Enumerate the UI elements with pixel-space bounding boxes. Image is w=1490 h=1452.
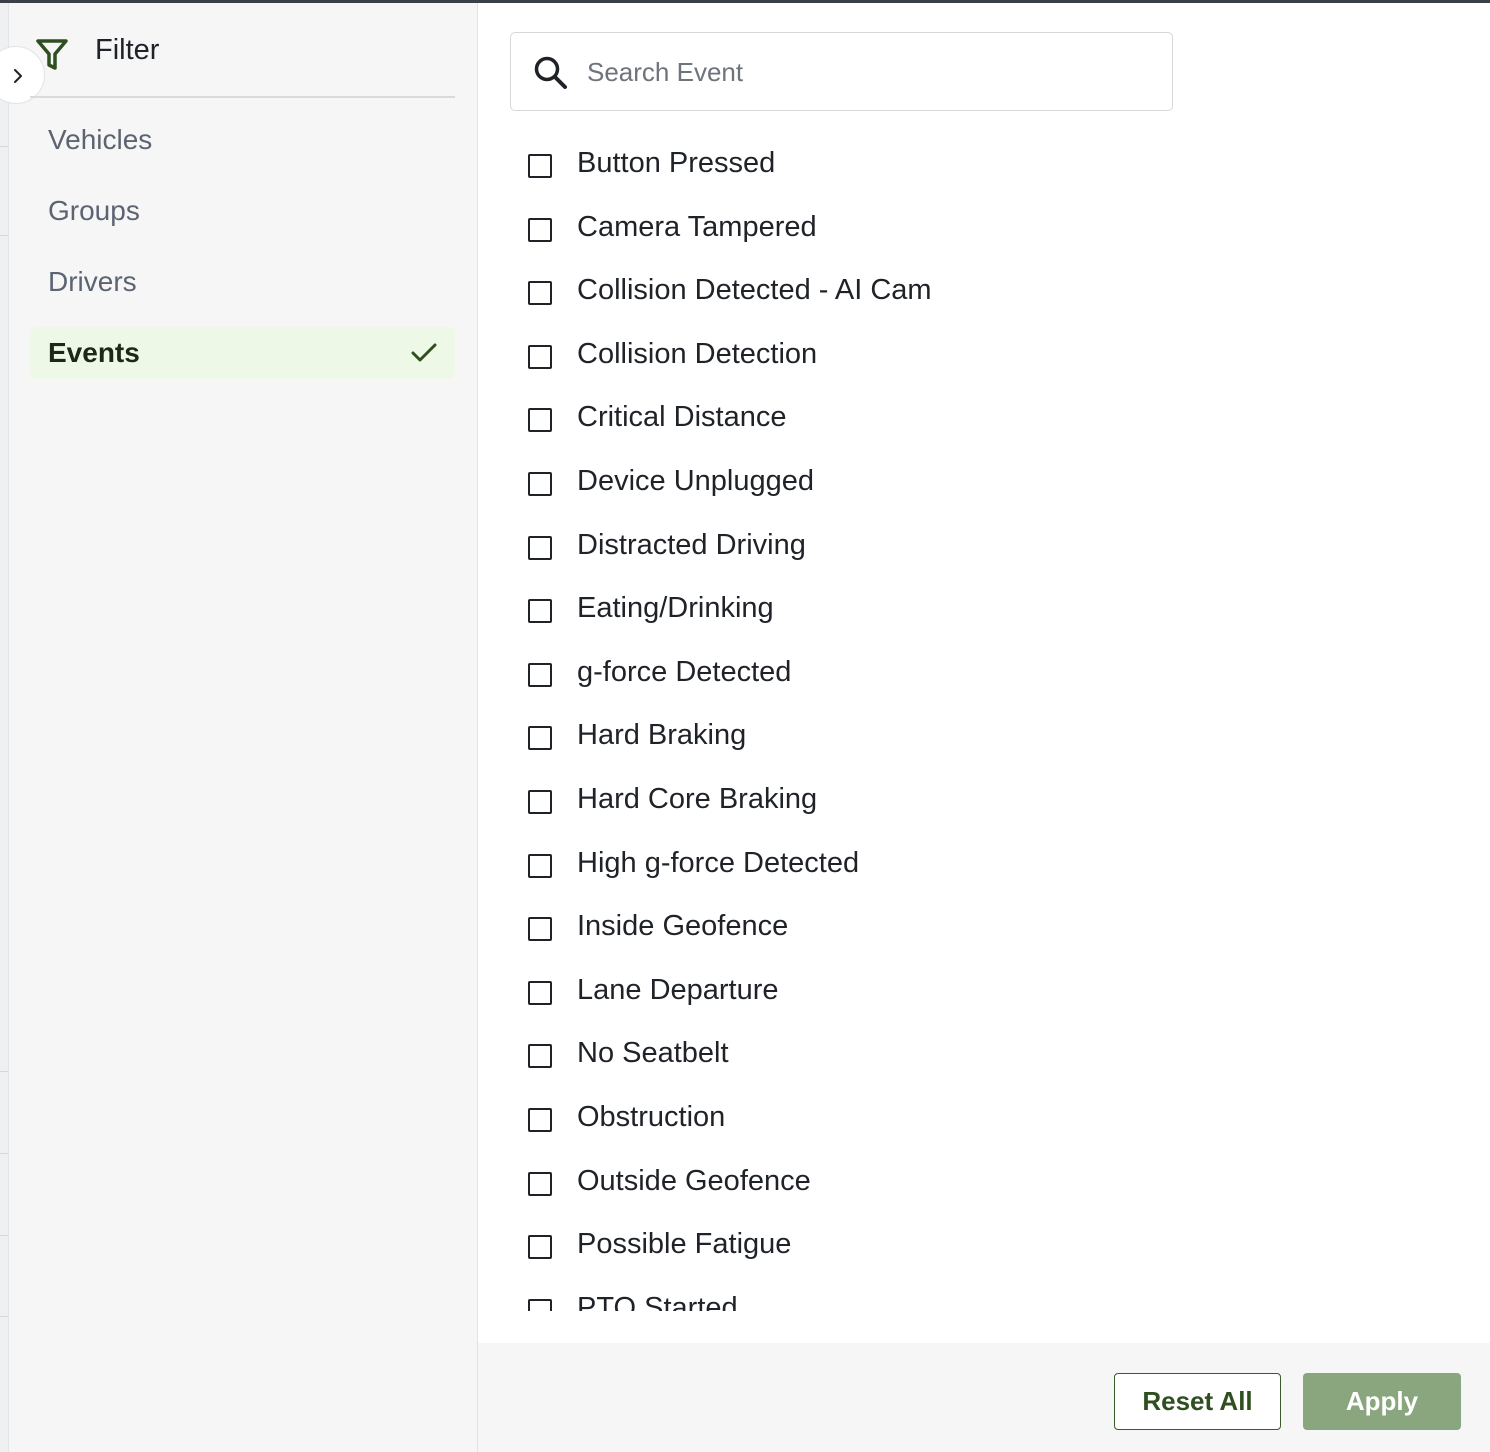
events-panel: Button Pressed Camera Tampered Collision… [478, 3, 1490, 1343]
event-option-pto-started[interactable]: PTO Started [526, 1278, 1226, 1311]
checkbox[interactable] [528, 1171, 552, 1196]
checkbox[interactable] [528, 790, 552, 814]
sidebar-item-label: Vehicles [48, 124, 153, 155]
search-input[interactable] [585, 51, 1149, 93]
event-label: Camera Tampered [577, 210, 817, 243]
event-label: g-force Detected [577, 655, 792, 688]
checkbox[interactable] [528, 344, 552, 369]
event-label: Collision Detection [577, 337, 818, 370]
checkbox[interactable] [528, 1235, 552, 1260]
event-option-critical-distance[interactable]: Critical Distance [526, 387, 1226, 437]
edge-divider [0, 1071, 8, 1072]
filter-title: Filter [95, 34, 160, 66]
event-label: Eating/Drinking [577, 592, 774, 625]
sidebar-item-label: Groups [48, 195, 140, 226]
event-label: Possible Fatigue [577, 1228, 792, 1261]
edge-divider [0, 1153, 8, 1154]
checkbox[interactable] [528, 281, 552, 306]
checkbox[interactable] [528, 217, 552, 242]
event-label: No Seatbelt [577, 1037, 729, 1070]
event-checkbox-list: Button Pressed Camera Tampered Collision… [526, 133, 1426, 1311]
reset-all-button[interactable]: Reset All [1114, 1373, 1281, 1430]
event-label: Critical Distance [577, 401, 787, 434]
event-option-outside-geofence[interactable]: Outside Geofence [526, 1151, 1226, 1201]
event-option-button-pressed[interactable]: Button Pressed [526, 133, 1226, 183]
event-label: Outside Geofence [577, 1164, 811, 1197]
filter-icon [36, 39, 68, 70]
checkbox[interactable] [528, 726, 552, 751]
event-option-inside-geofence[interactable]: Inside Geofence [526, 896, 1226, 946]
chevron-right-icon [14, 69, 22, 83]
sidebar-item-drivers[interactable]: Drivers [30, 256, 455, 308]
event-label: Button Pressed [577, 147, 776, 179]
event-option-camera-tampered[interactable]: Camera Tampered [526, 197, 1226, 247]
checkmark-icon [411, 343, 437, 362]
event-label: Lane Departure [577, 973, 779, 1006]
event-label: Collision Detected - AI Cam [577, 274, 932, 307]
event-option-device-unplugged[interactable]: Device Unplugged [526, 451, 1226, 501]
event-label: Obstruction [577, 1101, 726, 1133]
event-label: PTO Started [577, 1291, 738, 1311]
checkbox[interactable] [528, 1108, 552, 1132]
checkbox[interactable] [528, 535, 552, 560]
sidebar-item-label: Drivers [48, 266, 137, 297]
checkbox[interactable] [528, 853, 552, 878]
edge-divider [0, 146, 8, 147]
event-label: High g-force Detected [577, 846, 860, 879]
event-option-collision-detection[interactable]: Collision Detection [526, 324, 1226, 374]
sidebar-item-vehicles[interactable]: Vehicles [30, 114, 455, 166]
checkbox[interactable] [528, 1044, 552, 1069]
filter-sidebar: Filter Vehicles Groups Drivers Events [0, 3, 478, 1452]
event-label: Device Unplugged [577, 465, 814, 497]
event-label: Hard Core Braking [577, 783, 818, 815]
checkbox[interactable] [528, 154, 552, 178]
checkbox[interactable] [528, 980, 552, 1005]
checkbox[interactable] [528, 917, 552, 942]
search-icon [534, 56, 567, 89]
event-label: Distracted Driving [577, 528, 806, 561]
background-page-edge [0, 3, 9, 1452]
sidebar-divider [30, 96, 455, 98]
event-option-collision-detected-ai-cam[interactable]: Collision Detected - AI Cam [526, 260, 1226, 310]
event-label: Inside Geofence [577, 910, 789, 943]
checkbox[interactable] [528, 662, 552, 687]
checkbox[interactable] [528, 472, 552, 496]
event-option-hard-core-braking[interactable]: Hard Core Braking [526, 769, 1226, 819]
checkbox[interactable] [528, 1298, 552, 1311]
event-option-g-force-detected[interactable]: g-force Detected [526, 642, 1226, 692]
checkbox[interactable] [528, 408, 552, 433]
edge-divider [0, 1235, 8, 1236]
event-option-distracted-driving[interactable]: Distracted Driving [526, 515, 1226, 565]
edge-divider [0, 235, 8, 236]
event-option-possible-fatigue[interactable]: Possible Fatigue [526, 1214, 1226, 1264]
event-option-lane-departure[interactable]: Lane Departure [526, 960, 1226, 1010]
search-box[interactable] [510, 32, 1173, 111]
event-label: Hard Braking [577, 719, 747, 752]
event-option-no-seatbelt[interactable]: No Seatbelt [526, 1023, 1226, 1073]
edge-divider [0, 1316, 8, 1317]
event-option-hard-braking[interactable]: Hard Braking [526, 705, 1226, 755]
event-option-obstruction[interactable]: Obstruction [526, 1087, 1226, 1137]
sidebar-item-events[interactable]: Events [30, 327, 455, 379]
event-option-eating-drinking[interactable]: Eating/Drinking [526, 578, 1226, 628]
checkbox[interactable] [528, 599, 552, 624]
filter-footer: Reset All Apply [478, 1343, 1490, 1452]
sidebar-item-groups[interactable]: Groups [30, 185, 455, 237]
sidebar-item-label: Events [48, 337, 140, 368]
event-option-high-g-force-detected[interactable]: High g-force Detected [526, 833, 1226, 883]
apply-button[interactable]: Apply [1303, 1373, 1461, 1430]
